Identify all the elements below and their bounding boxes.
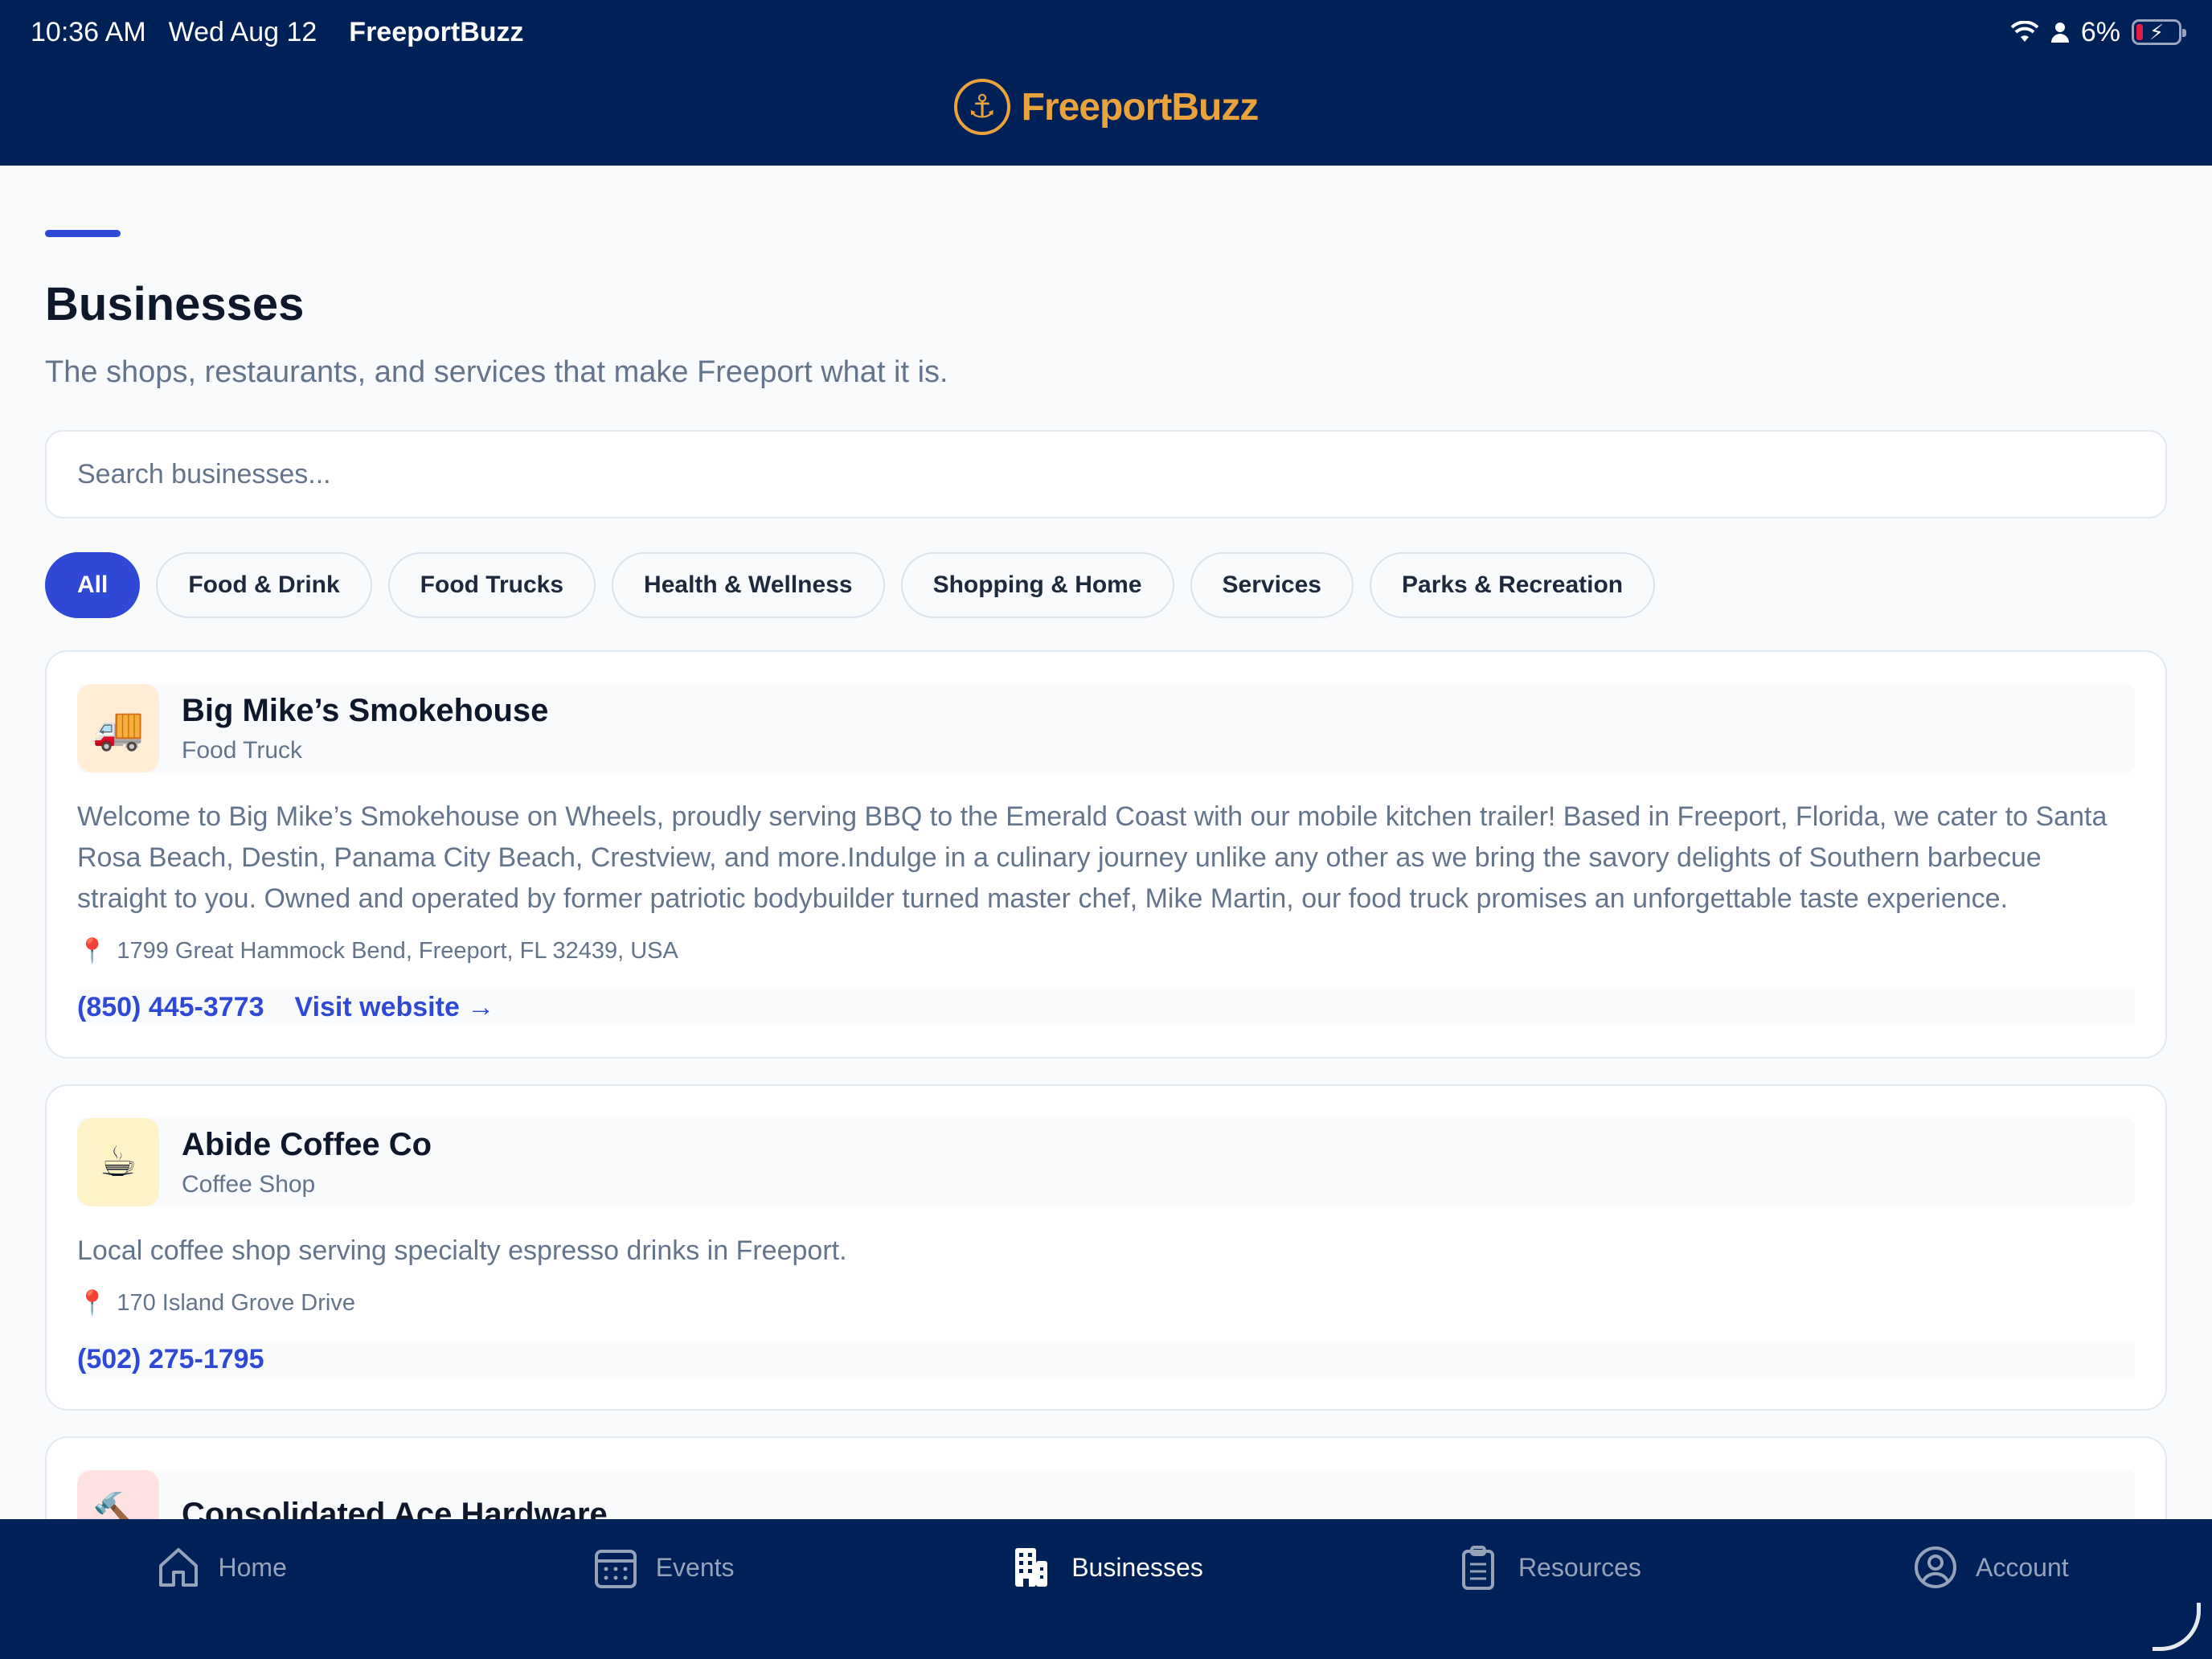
status-date: Wed Aug 12 — [168, 16, 317, 47]
account-icon — [1915, 1546, 1957, 1588]
filter-chip-food-drink[interactable]: Food & Drink — [156, 552, 372, 618]
anchor-icon: ⚓ — [953, 79, 1010, 135]
business-description: Welcome to Big Mike’s Smokehouse on Whee… — [77, 801, 2108, 914]
search-input[interactable] — [77, 458, 2135, 490]
charging-bolt-icon: ⚡ — [2149, 19, 2165, 44]
title-accent-bar — [45, 230, 121, 237]
business-address-text: 170 Island Grove Drive — [117, 1290, 355, 1316]
tab-home[interactable]: Home — [0, 1545, 442, 1659]
business-card-header: ☕ Abide Coffee Co Coffee Shop — [77, 1118, 2135, 1206]
business-address: 📍 170 Island Grove Drive — [77, 1289, 2135, 1317]
battery-icon: ⚡ — [2132, 19, 2186, 45]
wifi-icon — [2010, 21, 2039, 42]
filter-chip-shopping-home[interactable]: Shopping & Home — [900, 552, 1174, 618]
business-links: (850) 445-3773 Visit website → — [77, 989, 2135, 1025]
battery-percent: 6% — [2080, 16, 2120, 47]
business-card-header: 🚚 Big Mike’s Smokehouse Food Truck — [77, 684, 2135, 772]
status-time: 10:36 AM — [31, 16, 146, 47]
tab-label: Account — [1976, 1553, 2069, 1582]
tab-label: Businesses — [1071, 1553, 1203, 1582]
website-link[interactable]: Visit website → — [295, 992, 495, 1023]
tab-businesses[interactable]: Businesses — [885, 1545, 1327, 1659]
filter-chip-food-trucks[interactable]: Food Trucks — [387, 552, 596, 618]
app-header: ⚓ FreeportBuzz — [0, 64, 2212, 166]
logo-text: FreeportBuzz — [1021, 85, 1260, 129]
clipboard-icon — [1461, 1546, 1494, 1590]
home-icon — [158, 1548, 198, 1587]
phone-link[interactable]: (502) 275-1795 — [77, 1344, 264, 1375]
filter-chip-health-wellness[interactable]: Health & Wellness — [612, 552, 885, 618]
page-title: Businesses — [45, 278, 305, 330]
business-links: (502) 275-1795 — [77, 1342, 2135, 1377]
map-pin-icon: 📍 — [77, 1290, 108, 1317]
page-subtitle: The shops, restaurants, and services tha… — [45, 355, 948, 389]
business-address-text: 1799 Great Hammock Bend, Freeport, FL 32… — [117, 938, 678, 964]
status-indicators: 6% ⚡ — [2010, 16, 2186, 48]
tab-account[interactable]: Account — [1770, 1545, 2212, 1659]
business-card[interactable]: 🚚 Big Mike’s Smokehouse Food Truck Welco… — [45, 650, 2167, 1059]
business-card[interactable]: ☕ Abide Coffee Co Coffee Shop Local coff… — [45, 1084, 2167, 1411]
business-name: Abide Coffee Co — [182, 1126, 432, 1162]
map-pin-icon: 📍 — [77, 938, 108, 965]
business-address: 📍 1799 Great Hammock Bend, Freeport, FL … — [77, 937, 2135, 965]
category-filters: All Food & Drink Food Trucks Health & We… — [45, 552, 2167, 618]
status-bar: 10:36 AM Wed Aug 12 FreeportBuzz 6% ⚡ — [0, 0, 2212, 64]
tab-label: Home — [218, 1553, 287, 1582]
business-description: Local coffee shop serving specialty espr… — [77, 1235, 847, 1266]
calendar-icon — [594, 1550, 637, 1588]
status-app-name: FreeportBuzz — [349, 16, 524, 47]
tab-label: Events — [655, 1553, 735, 1582]
main-content: Businesses The shops, restaurants, and s… — [45, 166, 2167, 1592]
building-icon — [1015, 1548, 1048, 1587]
bottom-tab-bar: Home Events Businesses Resources Account — [0, 1519, 2212, 1659]
filter-chip-all[interactable]: All — [45, 552, 141, 618]
business-category: Coffee Shop — [182, 1170, 316, 1198]
tab-resources[interactable]: Resources — [1327, 1545, 1769, 1659]
app-logo[interactable]: ⚓ FreeportBuzz — [953, 79, 1260, 135]
food-truck-icon: 🚚 — [77, 684, 159, 772]
tab-label: Resources — [1518, 1553, 1641, 1582]
phone-link[interactable]: (850) 445-3773 — [77, 992, 264, 1023]
search-box[interactable] — [45, 430, 2167, 518]
filter-chip-services[interactable]: Services — [1190, 552, 1354, 618]
business-name: Big Mike’s Smokehouse — [182, 692, 549, 728]
person-icon — [2050, 23, 2069, 43]
tab-events[interactable]: Events — [442, 1545, 884, 1659]
filter-chip-parks-recreation[interactable]: Parks & Recreation — [1370, 552, 1656, 618]
business-category: Food Truck — [182, 736, 303, 764]
coffee-icon: ☕ — [77, 1118, 159, 1206]
